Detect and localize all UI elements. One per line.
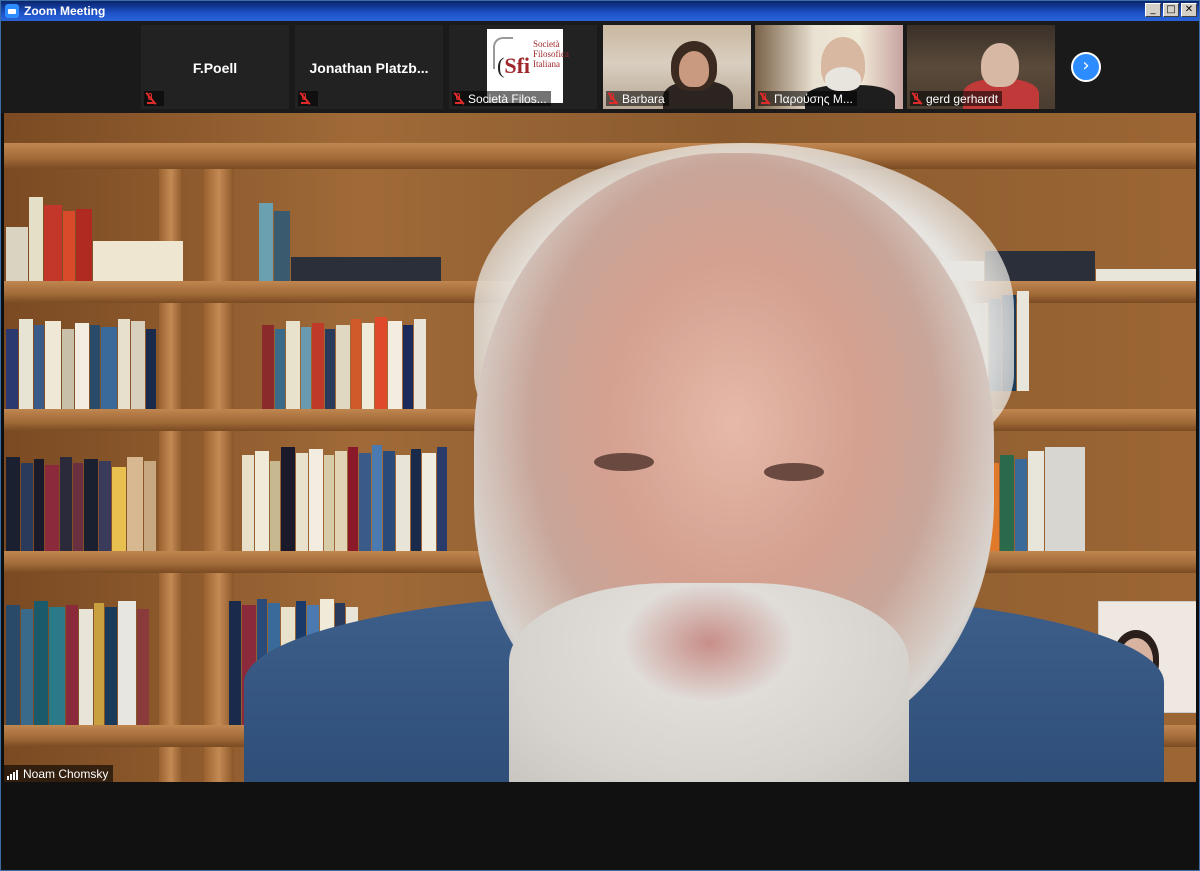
participant-name: Jonathan Platzb... [309,60,429,76]
window-title: Zoom Meeting [24,4,106,18]
book-row [6,449,157,551]
muted-mic-icon [452,92,465,105]
speaker-beard [509,583,909,782]
minimize-button[interactable]: _ [1145,3,1161,17]
muted-mic-icon [144,92,157,105]
participant-tile[interactable]: Jonathan Platzb... [295,25,443,109]
chevron-right-icon[interactable]: › [1071,52,1101,82]
participant-tile[interactable]: (Sfi Società Filosofica Italiana Società… [449,25,597,109]
participant-tile[interactable]: Παρούσης Μ... [755,25,903,109]
participant-footer [144,91,164,106]
book-row [6,309,157,409]
participant-footer: gerd gerhardt [910,91,1003,106]
speaker-eye [764,463,824,481]
participant-footer [298,91,318,106]
active-speaker-label: Noam Chomsky [4,765,114,783]
participant-name: Παρούσης Μ... [774,91,853,106]
window-controls: _ □ ✕ [1145,3,1197,17]
participant-name: gerd gerhardt [926,91,999,106]
shelf-board [4,143,1196,169]
participant-footer: Παρούσης Μ... [758,91,857,106]
participant-footer: Barbara [606,91,669,106]
muted-mic-icon [910,92,923,105]
participant-footer: Società Filos... [452,91,551,106]
active-speaker-video[interactable] [4,113,1196,782]
participant-tile[interactable]: F.Poell [141,25,289,109]
participant-name: F.Poell [192,60,238,76]
title-bar[interactable]: Zoom Meeting _ □ ✕ [1,1,1199,21]
book-row [262,309,427,409]
participant-tile[interactable]: gerd gerhardt [907,25,1055,109]
book-row [6,593,150,725]
zoom-window: Zoom Meeting _ □ ✕ F.Poell Jonathan Plat… [0,0,1200,871]
bottom-bar [1,782,1199,870]
logo-caption: Società Filosofica Italiana [533,39,569,69]
maximize-button[interactable]: □ [1163,3,1179,17]
book-row [6,193,184,281]
signal-bars-icon [7,769,18,780]
participant-name: Società Filos... [468,91,547,106]
close-button[interactable]: ✕ [1181,3,1197,17]
active-speaker-name: Noam Chomsky [23,767,109,781]
muted-mic-icon [606,92,619,105]
participant-strip: F.Poell Jonathan Platzb... (Sfi Società … [1,21,1199,113]
muted-mic-icon [758,92,771,105]
participant-tile[interactable]: Barbara [603,25,751,109]
participant-name: Barbara [622,91,665,106]
muted-mic-icon [298,92,311,105]
logo-main-text: Sfi [504,53,531,78]
book-row [242,439,448,551]
zoom-app-icon [5,4,19,18]
book-row [259,197,442,281]
speaker-eye [594,453,654,471]
